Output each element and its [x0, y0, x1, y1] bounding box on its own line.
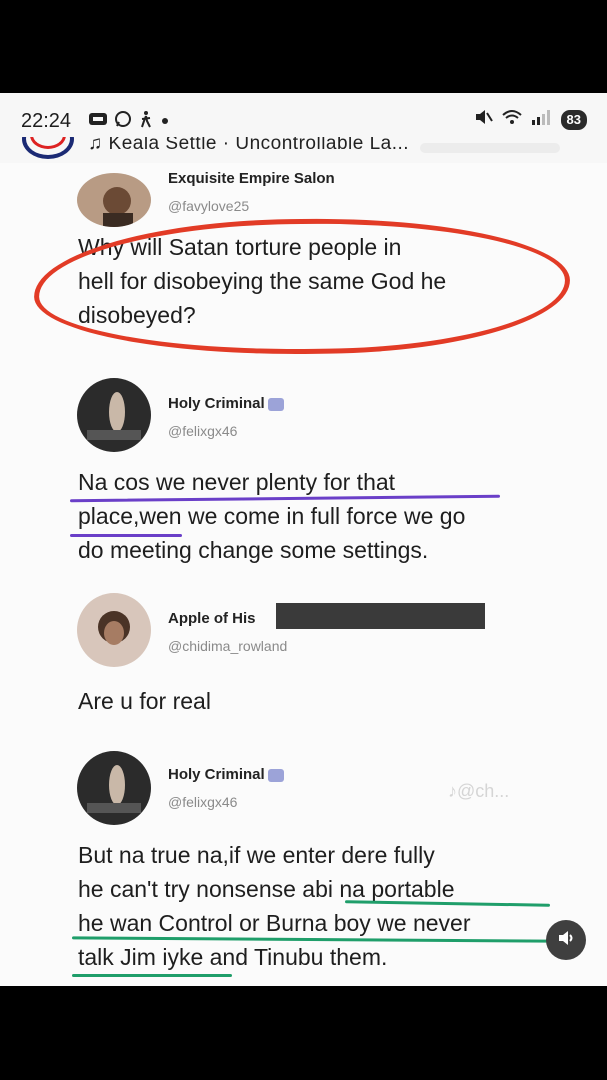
post-handle[interactable]: @chidima_rowland — [168, 638, 287, 654]
post-author[interactable]: Apple of His — [168, 610, 256, 627]
screenshot-screen: 22:24 83 ♫ Keala Settle · Uncontrollable… — [0, 93, 607, 986]
status-icons-right: 83 — [473, 108, 587, 131]
signal-icon — [531, 108, 553, 131]
watermark: ♪@ch... — [448, 781, 510, 801]
walking-icon — [138, 110, 154, 133]
green-underline — [72, 974, 232, 977]
redaction-bar — [276, 603, 485, 629]
post-author[interactable]: Exquisite Empire Salon — [168, 170, 335, 187]
post-handle[interactable]: @felixgx46 — [168, 794, 237, 810]
search-pill[interactable] — [420, 143, 560, 153]
post-author[interactable]: Holy Criminal — [168, 395, 284, 412]
post-text: But na true na,if we enter dere fully he… — [78, 842, 471, 970]
post-text: Are u for real — [78, 688, 211, 714]
whatsapp-icon — [114, 110, 132, 133]
avatar[interactable] — [77, 173, 151, 227]
post-text: Na cos we never plenty for that place,we… — [78, 469, 466, 563]
music-track: ♫ Keala Settle · Uncontrollable La... — [88, 137, 409, 155]
battery-icon: 83 — [560, 109, 587, 130]
music-strip[interactable]: ♫ Keala Settle · Uncontrollable La... — [0, 137, 607, 163]
volume-button[interactable] — [546, 920, 586, 960]
badge-icon — [267, 768, 284, 782]
post-author[interactable]: Holy Criminal — [168, 766, 284, 783]
message-icon — [88, 111, 108, 132]
badge-icon — [267, 397, 284, 411]
avatar[interactable] — [77, 378, 151, 452]
mute-icon — [473, 108, 493, 131]
wifi-icon — [501, 108, 523, 131]
music-note-icon: ♫ — [88, 137, 109, 154]
avatar[interactable] — [77, 751, 151, 825]
status-icons-left — [88, 110, 170, 133]
clock: 22:24 — [21, 110, 72, 132]
post-handle[interactable]: @favylove25 — [168, 198, 249, 214]
post-handle[interactable]: @felixgx46 — [168, 423, 237, 439]
dot-icon — [160, 113, 170, 131]
purple-underline — [70, 534, 182, 537]
volume-icon — [556, 929, 576, 952]
avatar[interactable] — [77, 593, 151, 667]
